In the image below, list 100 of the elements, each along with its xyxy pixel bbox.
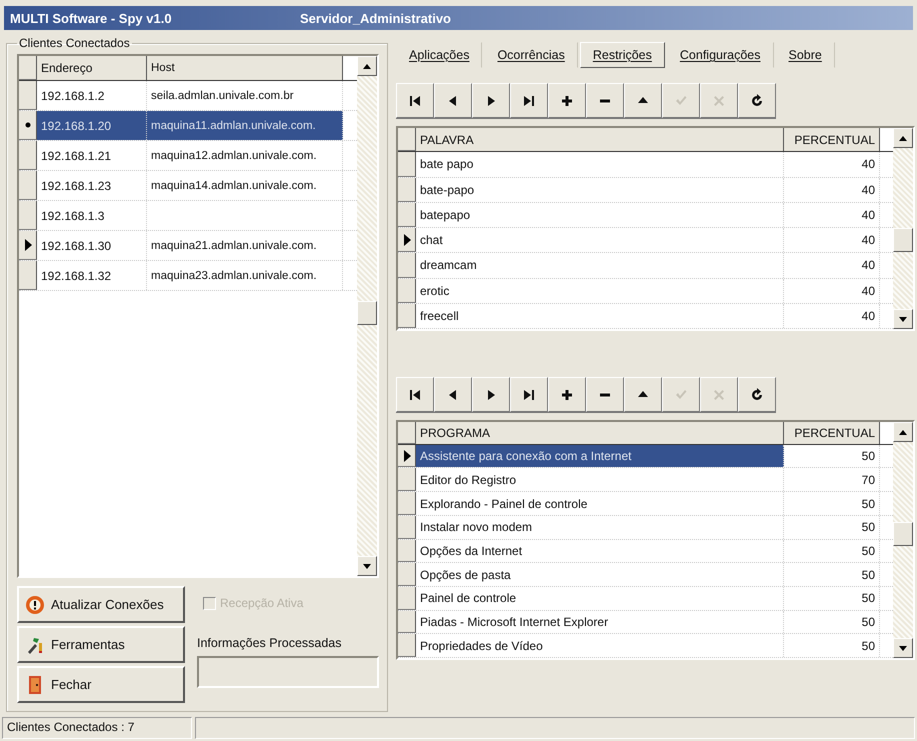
navigator-button[interactable] [738,83,776,118]
row-indicator[interactable] [398,152,416,177]
navigator-button[interactable] [472,83,510,118]
row-indicator[interactable] [19,81,37,110]
table-cell[interactable]: Opções da Internet [416,540,784,562]
tab[interactable]: Ocorrências [484,42,578,68]
vertical-scrollbar[interactable] [893,128,913,329]
table-cell[interactable]: 192.168.1.23 [37,171,147,200]
table-cell[interactable]: 192.168.1.2 [37,81,147,110]
navigator-button[interactable] [586,377,624,412]
row-indicator[interactable] [398,634,416,657]
table-cell[interactable]: 50 [784,610,880,634]
column-header[interactable]: Host [147,56,343,80]
row-indicator[interactable] [19,201,37,230]
vertical-scrollbar[interactable] [893,422,913,658]
scroll-thumb[interactable] [357,301,377,325]
table-cell[interactable]: freecell [416,304,784,328]
scroll-thumb[interactable] [893,522,913,546]
table-cell[interactable]: maquina21.admlan.univale.com. [147,231,343,260]
table-cell[interactable]: 192.168.1.21 [37,141,147,170]
row-indicator[interactable] [398,516,416,539]
tab[interactable]: Sobre [776,42,835,68]
table-cell[interactable]: Explorando - Painel de controle [416,492,784,515]
row-indicator[interactable] [398,228,416,252]
navigator-button[interactable] [396,83,434,118]
navigator-button[interactable] [434,377,472,412]
column-header[interactable]: Endereço [37,56,147,80]
navigator-button[interactable] [548,83,586,118]
row-indicator[interactable] [398,444,416,468]
table-cell[interactable]: Editor do Registro [416,468,784,492]
table-cell[interactable]: dreamcam [416,253,784,278]
row-indicator[interactable] [19,141,37,170]
table-cell[interactable]: 50 [784,586,880,610]
table-cell[interactable]: 50 [784,634,880,657]
table-cell[interactable]: 70 [784,468,880,492]
table-cell[interactable]: 40 [784,152,880,177]
vertical-scrollbar[interactable] [357,56,377,576]
table-cell[interactable]: Opções de pasta [416,563,784,586]
table-cell[interactable]: maquina14.admlan.univale.com. [147,171,343,200]
navigator-button[interactable] [510,83,548,118]
navigator-button[interactable] [396,377,434,412]
table-cell[interactable]: chat [416,228,784,252]
column-header[interactable]: PERCENTUAL [784,422,880,444]
row-indicator[interactable] [398,468,416,492]
table-cell[interactable]: Assistente para conexão com a Internet [416,444,784,468]
table-cell[interactable]: Instalar novo modem [416,516,784,539]
tab[interactable]: Configurações [666,42,774,68]
row-indicator[interactable] [398,253,416,278]
column-header[interactable]: PROGRAMA [416,422,784,444]
column-header[interactable]: PERCENTUAL [784,128,880,152]
row-indicator[interactable] [398,610,416,634]
table-cell[interactable]: 50 [784,492,880,515]
navigator-button[interactable] [510,377,548,412]
action-button[interactable]: Fechar [17,666,185,703]
table-cell[interactable]: 40 [784,278,880,303]
table-cell[interactable]: bate papo [416,152,784,177]
column-header[interactable]: PALAVRA [416,128,784,152]
table-cell[interactable]: seila.admlan.univale.com.br [147,81,343,110]
table-cell[interactable]: 40 [784,304,880,328]
table-cell[interactable]: 192.168.1.32 [37,261,147,290]
row-indicator[interactable] [398,304,416,328]
table-cell[interactable]: 40 [784,253,880,278]
table-cell[interactable]: maquina11.admlan.univale.com. [147,111,343,140]
row-indicator[interactable] [398,492,416,515]
row-indicator[interactable] [398,540,416,562]
row-indicator[interactable] [398,586,416,610]
row-indicator[interactable] [398,202,416,228]
table-cell[interactable]: Piadas - Microsoft Internet Explorer [416,610,784,634]
table-cell[interactable]: Propriedades de Vídeo [416,634,784,657]
navigator-button[interactable] [472,377,510,412]
navigator-button[interactable] [624,377,662,412]
row-indicator[interactable] [398,178,416,202]
row-indicator[interactable] [398,563,416,586]
action-button[interactable]: Ferramentas [17,626,185,663]
table-cell[interactable]: Painel de controle [416,586,784,610]
navigator-button[interactable] [624,83,662,118]
action-button[interactable]: Atualizar Conexões [17,586,185,623]
navigator-button[interactable] [548,377,586,412]
table-cell[interactable]: 192.168.1.20 [37,111,147,140]
table-cell[interactable]: maquina23.admlan.univale.com. [147,261,343,290]
table-cell[interactable]: 50 [784,540,880,562]
table-cell[interactable]: 40 [784,202,880,228]
scroll-thumb[interactable] [893,228,913,252]
tab[interactable]: Aplicações [396,42,482,68]
row-indicator[interactable] [19,261,37,290]
tab[interactable]: Restrições [580,42,665,68]
table-cell[interactable]: erotic [416,278,784,303]
navigator-button[interactable] [434,83,472,118]
table-cell[interactable]: maquina12.admlan.univale.com. [147,141,343,170]
navigator-button[interactable] [586,83,624,118]
table-cell[interactable]: 50 [784,563,880,586]
navigator-button[interactable] [738,377,776,412]
table-cell[interactable]: bate-papo [416,178,784,202]
table-cell[interactable]: 50 [784,444,880,468]
table-cell[interactable]: batepapo [416,202,784,228]
table-cell[interactable]: 192.168.1.30 [37,231,147,260]
table-cell[interactable]: 40 [784,228,880,252]
row-indicator[interactable] [398,278,416,303]
table-cell[interactable]: 50 [784,516,880,539]
table-cell[interactable]: 192.168.1.3 [37,201,147,230]
